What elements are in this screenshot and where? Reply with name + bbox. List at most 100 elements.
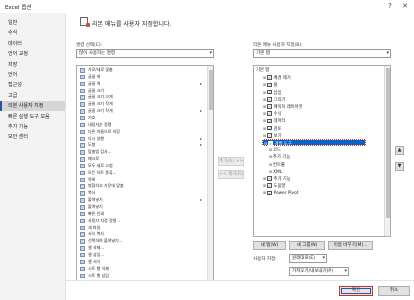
ribbon-tree-item[interactable]: ⊟ ✓ 개발 도구 — [262, 139, 366, 147]
command-item[interactable]: 매크로 — [77, 156, 207, 163]
command-item[interactable]: 기호 — [77, 115, 207, 122]
tab-checkbox[interactable]: ✓ — [267, 104, 272, 109]
customizations-label: 사용자 지정: — [253, 257, 277, 262]
command-item[interactable]: 내림차순 정렬 — [77, 122, 207, 129]
command-item[interactable]: 맞춤법 검사... — [77, 149, 207, 156]
customize-ribbon-dropdown[interactable]: 기본 탭 ▾ — [253, 49, 391, 58]
ribbon-tree-item[interactable]: ⊞ ✓ 그리기 — [262, 96, 376, 103]
command-item[interactable]: 시트 행 삭제 — [77, 266, 207, 273]
command-icon — [80, 218, 85, 224]
command-item[interactable]: 모든 차트 종류... — [77, 170, 207, 177]
command-item[interactable]: 붙여넣기 ▸ — [77, 197, 207, 204]
commands-scrollbar[interactable] — [207, 66, 213, 280]
command-item[interactable]: 시트 행 삽입 — [77, 273, 207, 280]
command-item[interactable]: 선택하여 붙여넣기... — [77, 238, 207, 245]
nav-item[interactable]: 언어 교정 — [0, 49, 65, 59]
tab-checkbox[interactable]: ✓ — [267, 118, 272, 124]
cancel-button[interactable]: 취소 — [378, 286, 410, 296]
tab-checkbox[interactable]: ✓ — [267, 176, 272, 181]
command-item[interactable]: 글꼴 크기 작게 ▸ — [77, 108, 207, 115]
nav-item[interactable]: 데이터 — [0, 39, 65, 49]
tab-checkbox[interactable]: ✓ — [267, 111, 272, 116]
command-item[interactable]: 모두 새로 고침 — [77, 163, 207, 170]
ribbon-tree-item[interactable]: ⊞컨트롤 — [268, 161, 376, 168]
ribbon-tree-item[interactable]: ⊞ ✓ 도움말 — [262, 182, 376, 189]
command-item[interactable]: 도형 ▸ — [77, 142, 207, 149]
nav-item[interactable]: 빠른 실행 도구 모음 — [0, 112, 65, 122]
new-group-button[interactable]: 새 그룹(N) — [289, 241, 325, 250]
command-item[interactable]: 글꼴 크기 작게 — [77, 101, 207, 108]
ribbon-tree-item[interactable]: ⊞ ✓ 홈 — [262, 81, 376, 88]
move-up-button[interactable]: ▲ — [395, 146, 404, 155]
tab-checkbox[interactable]: ✓ — [267, 183, 272, 188]
choose-commands-value: 많이 사용하는 명령 — [79, 51, 115, 56]
close-button[interactable]: ✕ — [400, 1, 410, 11]
choose-commands-dropdown[interactable]: 많이 사용하는 명령 ▾ — [76, 49, 214, 58]
command-label: 내림차순 정렬 — [88, 121, 112, 127]
new-tab-button[interactable]: 새 탭(W) — [253, 241, 286, 250]
ribbon-tree-item[interactable]: 기본 탭 — [256, 67, 376, 74]
tab-checkbox[interactable]: ✓ — [267, 89, 272, 95]
nav-item[interactable]: 일반 — [0, 18, 65, 28]
nav-item[interactable]: 접근성 — [0, 80, 65, 90]
command-item[interactable]: 다른 이름으로 저장 — [77, 129, 207, 136]
ribbon-tree[interactable]: 기본 탭 ⊞ ✓ 배경 제거 ⊞ ✓ 홈 ⊞ ✓ 삽입 ⊞ ✓ 그리기 ⊞ ✓ 페이지 레이아웃 ⊞ ✓ 수식 ⊞ ✓ 데… — [253, 65, 391, 237]
scroll-thumb[interactable] — [386, 68, 390, 218]
tree-scrollbar[interactable] — [384, 66, 390, 236]
command-item[interactable]: 글꼴 색 ▸ — [77, 81, 207, 88]
command-item[interactable]: 다시 실행 ▸ — [77, 136, 207, 143]
command-item[interactable]: 가로/세로 맞춤 — [77, 67, 207, 74]
ribbon-tree-item[interactable]: ⊞ ✓ 삽입 — [262, 89, 376, 96]
command-label: 시트 행 삭제 — [88, 265, 109, 271]
command-item[interactable]: 빠른 인쇄 — [77, 211, 207, 218]
ok-button[interactable]: 확인 — [339, 286, 373, 296]
rename-button[interactable]: 이름 바꾸기(M)... — [328, 241, 373, 250]
nav-item[interactable]: 보안 센터 — [0, 132, 65, 142]
ribbon-tree-item[interactable]: ⊞XML — [268, 168, 376, 175]
tab-checkbox[interactable]: ✓ — [267, 190, 272, 196]
ribbon-tree-item[interactable]: ⊞ ✓ 페이지 레이아웃 — [262, 103, 376, 110]
ribbon-tree-item[interactable]: ⊞ ✓ 검토 — [262, 125, 376, 132]
scroll-thumb[interactable] — [209, 70, 213, 110]
command-item[interactable]: 붙여넣기 — [77, 204, 207, 211]
tab-checkbox[interactable]: ✓ — [267, 82, 272, 88]
command-item[interactable]: 병합하고 가운데 맞춤 — [77, 183, 207, 190]
reset-dropdown[interactable]: 원래대로(E) ▾ — [289, 254, 327, 263]
tab-checkbox[interactable]: ✓ — [267, 97, 272, 102]
ribbon-tree-item[interactable]: ⊞코드 — [268, 146, 376, 153]
ribbon-tree-item[interactable]: ⊞ ✓ 데이터 — [262, 117, 376, 124]
command-item[interactable]: 복사 — [77, 190, 207, 197]
command-item[interactable]: 셀 삭제... — [77, 245, 207, 252]
nav-item[interactable]: 수식 — [0, 28, 65, 38]
tab-checkbox[interactable]: ✓ — [268, 141, 273, 146]
nav-item[interactable]: 고급 — [0, 91, 65, 101]
command-item[interactable]: 셀 삽입... — [77, 252, 207, 259]
ribbon-tree-item[interactable]: ⊞ ✓ Power Pivot — [262, 189, 376, 196]
command-item[interactable]: 글꼴 크기 크게 — [77, 94, 207, 101]
commands-list[interactable]: 가로/세로 맞춤 글꼴 색 글꼴 색 ▸ 글꼴 크기 글꼴 크기 크게 글꼴 크기 작게 글꼴… — [76, 65, 214, 281]
submenu-icon: ▸ — [199, 108, 202, 114]
import-export-dropdown[interactable]: 가져오기/내보내기(P) ▾ — [289, 267, 349, 276]
command-label: 다른 이름으로 저장 — [88, 128, 120, 134]
ribbon-tree-item[interactable]: ⊞ ✓ 보기 — [262, 132, 376, 139]
command-item[interactable]: 셀 서식 — [77, 259, 207, 266]
move-down-button[interactable]: ▼ — [395, 162, 404, 171]
nav-item[interactable]: 리본 사용자 지정 — [0, 101, 65, 112]
command-icon — [80, 115, 85, 121]
add-button[interactable]: 추가(A) >> — [218, 157, 244, 166]
ribbon-tree-item[interactable]: ⊞ ✓ 배경 제거 — [262, 74, 376, 81]
ribbon-tree-item[interactable]: ⊞추가 기능 — [268, 153, 376, 160]
tab-checkbox[interactable]: ✓ — [267, 133, 272, 138]
remove-button[interactable]: << 제거(R) — [218, 170, 244, 179]
ribbon-tree-item[interactable]: ⊞ ✓ 수식 — [262, 110, 376, 117]
nav-item[interactable]: 저장 — [0, 60, 65, 70]
nav-item[interactable]: 언어 — [0, 70, 65, 80]
command-item[interactable]: 글꼴 색 — [77, 74, 207, 81]
command-item[interactable]: 서식 복사 — [77, 231, 207, 238]
ribbon-tree-item[interactable]: ⊞ ✓ 추가 기능 — [262, 175, 376, 182]
help-button[interactable]: ? — [385, 1, 395, 11]
command-item[interactable]: 사용자 지정 정렬... — [77, 218, 207, 225]
tab-checkbox[interactable]: ✓ — [267, 75, 272, 80]
nav-item[interactable]: 추가 기능 — [0, 122, 65, 132]
tab-checkbox[interactable]: ✓ — [267, 125, 272, 131]
